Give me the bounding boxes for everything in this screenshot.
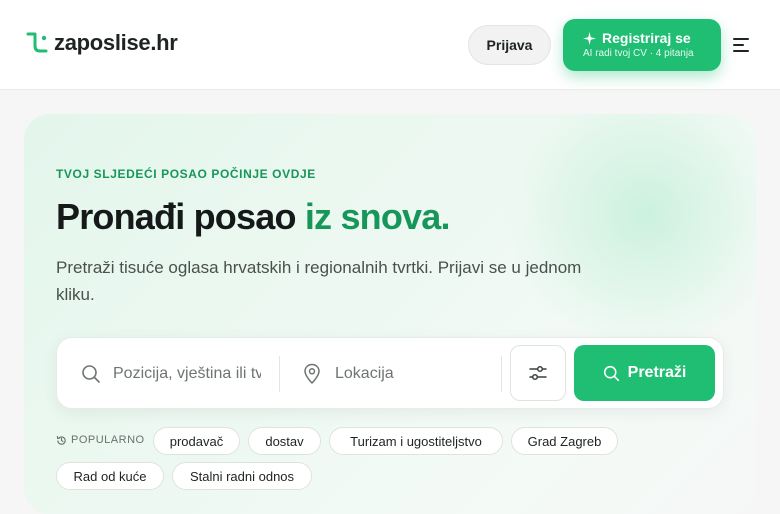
logo-mark-icon (26, 32, 48, 53)
popular-chip[interactable]: Rad od kuće (56, 462, 164, 490)
logo-text: zaposlise.hr (54, 30, 178, 55)
popular-chip[interactable]: prodavač (153, 427, 240, 455)
hero-title-accent: iz snova. (304, 196, 451, 237)
search-icon (82, 365, 100, 383)
location-pin-icon (304, 363, 320, 385)
search-submit-button[interactable]: Pretraži (574, 345, 715, 401)
location-input[interactable] (335, 362, 485, 386)
filter-button[interactable] (510, 345, 566, 401)
popular-chip[interactable]: Turizam i ugostiteljstvo (329, 427, 503, 455)
logo[interactable]: zaposlise.hr (24, 30, 178, 56)
hero-subtitle: Pretraži tisuće oglasa hrvatskih i regio… (56, 258, 582, 304)
search-icon (603, 365, 619, 381)
register-button[interactable]: Registriraj se AI radi tvoj CV · 4 pitan… (563, 19, 721, 71)
hamburger-menu-icon[interactable] (731, 35, 751, 55)
popular-label: POPULARNO (56, 434, 145, 446)
site-header: zaposlise.hr Prijava Registriraj se AI r… (0, 0, 780, 90)
popular-chip[interactable]: dostav (248, 427, 321, 455)
popular-chip[interactable]: Stalni radni odnos (172, 462, 312, 490)
register-sublabel: AI radi tvoj CV · 4 pitanja (583, 48, 694, 59)
sparkle-icon (583, 31, 596, 45)
search-submit-label: Pretraži (627, 364, 687, 381)
divider (501, 356, 502, 392)
hero-section: TVOJ SLJEDEĆI POSAO POČINJE OVDJE Pronađ… (24, 114, 756, 514)
history-icon (56, 435, 66, 445)
hero-eyebrow: TVOJ SLJEDEĆI POSAO POČINJE OVDJE (56, 167, 316, 181)
popular-chip[interactable]: Grad Zagreb (511, 427, 618, 455)
search-bar: Pretraži (56, 337, 724, 409)
divider (279, 356, 280, 392)
login-button[interactable]: Prijava (468, 25, 551, 65)
register-label: Registriraj se (602, 30, 691, 46)
hero-title: Pronađi posao iz snova. (56, 196, 451, 237)
sliders-icon (529, 365, 547, 381)
position-search-input[interactable] (113, 362, 261, 386)
